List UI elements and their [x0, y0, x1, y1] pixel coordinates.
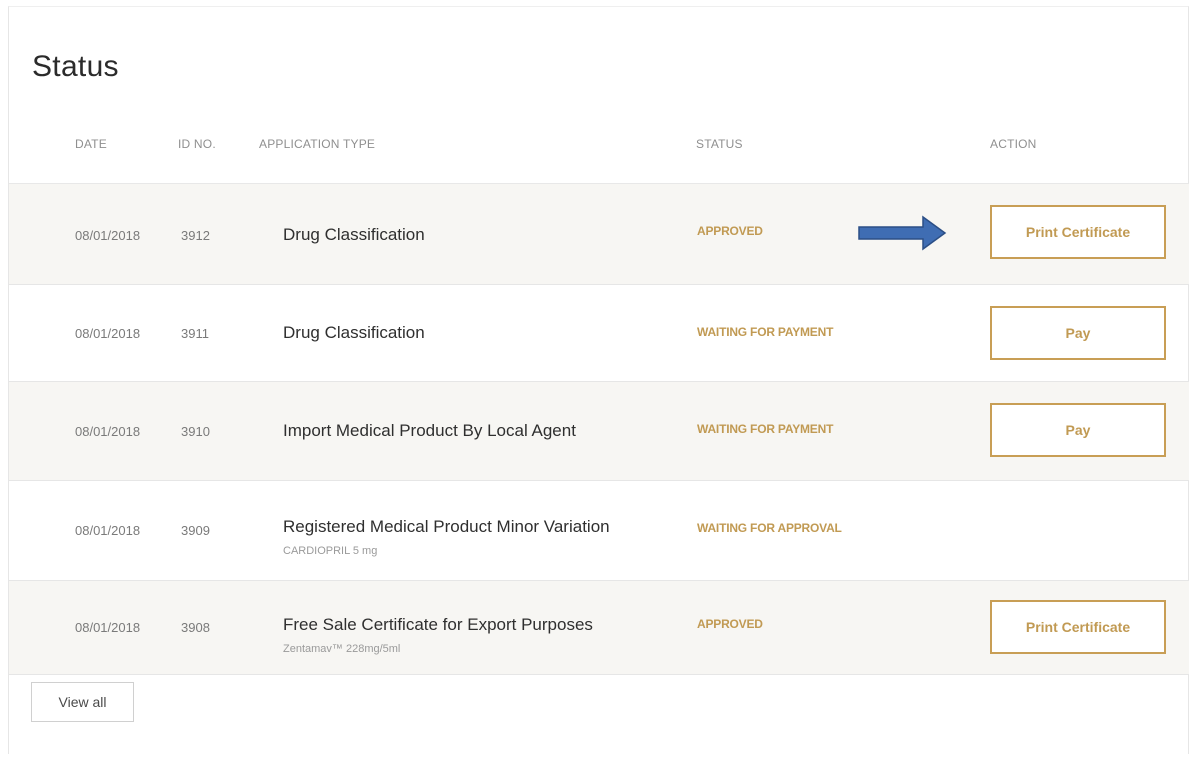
row-product-subtitle: CARDIOPRIL 5 mg [283, 545, 378, 557]
row-application-type: Import Medical Product By Local Agent [283, 421, 576, 441]
row-id: 3911 [181, 326, 209, 341]
print-certificate-button[interactable]: Print Certificate [990, 600, 1166, 654]
row-type-label: Registered Medical Product Minor Variati… [283, 517, 610, 536]
header-action: ACTION [990, 137, 1037, 151]
status-table: DATE ID NO. APPLICATION TYPE STATUS ACTI… [9, 103, 1189, 675]
row-id: 3910 [181, 424, 210, 439]
right-arrow-icon [858, 215, 947, 251]
row-date: 08/01/2018 [75, 620, 141, 635]
status-badge: WAITING FOR PAYMENT [697, 422, 834, 436]
row-type-label: Import Medical Product By Local Agent [283, 421, 576, 440]
pay-button[interactable]: Pay [990, 306, 1166, 360]
status-badge: APPROVED [697, 224, 763, 238]
table-row: 08/01/2018 3909 Registered Medical Produ… [9, 481, 1189, 581]
table-header: DATE ID NO. APPLICATION TYPE STATUS ACTI… [9, 103, 1189, 184]
row-type-label: Free Sale Certificate for Export Purpose… [283, 615, 593, 634]
header-id: ID NO. [178, 137, 216, 151]
row-date: 08/01/2018 [75, 424, 141, 439]
row-date: 08/01/2018 [75, 523, 141, 538]
row-application-type: Registered Medical Product Minor Variati… [283, 517, 610, 557]
table-row: 08/01/2018 3912 Drug Classification APPR… [9, 184, 1189, 285]
row-application-type: Free Sale Certificate for Export Purpose… [283, 615, 593, 655]
row-product-subtitle: Zentamav™ 228mg/5ml [283, 643, 401, 655]
row-id: 3909 [181, 523, 210, 538]
row-id: 3908 [181, 620, 210, 635]
header-application-type: APPLICATION TYPE [259, 137, 376, 151]
row-id: 3912 [181, 228, 210, 243]
row-date: 08/01/2018 [75, 228, 141, 243]
table-row: 08/01/2018 3908 Free Sale Certificate fo… [9, 581, 1189, 675]
row-type-label: Drug Classification [283, 323, 425, 342]
status-badge: WAITING FOR PAYMENT [697, 325, 834, 339]
view-all-button[interactable]: View all [31, 682, 134, 722]
status-badge: WAITING FOR APPROVAL [697, 521, 842, 535]
row-application-type: Drug Classification [283, 323, 425, 343]
print-certificate-button[interactable]: Print Certificate [990, 205, 1166, 259]
page-title: Status [32, 50, 119, 83]
header-status: STATUS [696, 137, 743, 151]
row-type-label: Drug Classification [283, 225, 425, 244]
table-row: 08/01/2018 3911 Drug Classification WAIT… [9, 285, 1189, 382]
table-row: 08/01/2018 3910 Import Medical Product B… [9, 382, 1189, 481]
pay-button[interactable]: Pay [990, 403, 1166, 457]
header-date: DATE [75, 137, 107, 151]
status-badge: APPROVED [697, 617, 763, 631]
row-date: 08/01/2018 [75, 326, 141, 341]
row-application-type: Drug Classification [283, 225, 425, 245]
